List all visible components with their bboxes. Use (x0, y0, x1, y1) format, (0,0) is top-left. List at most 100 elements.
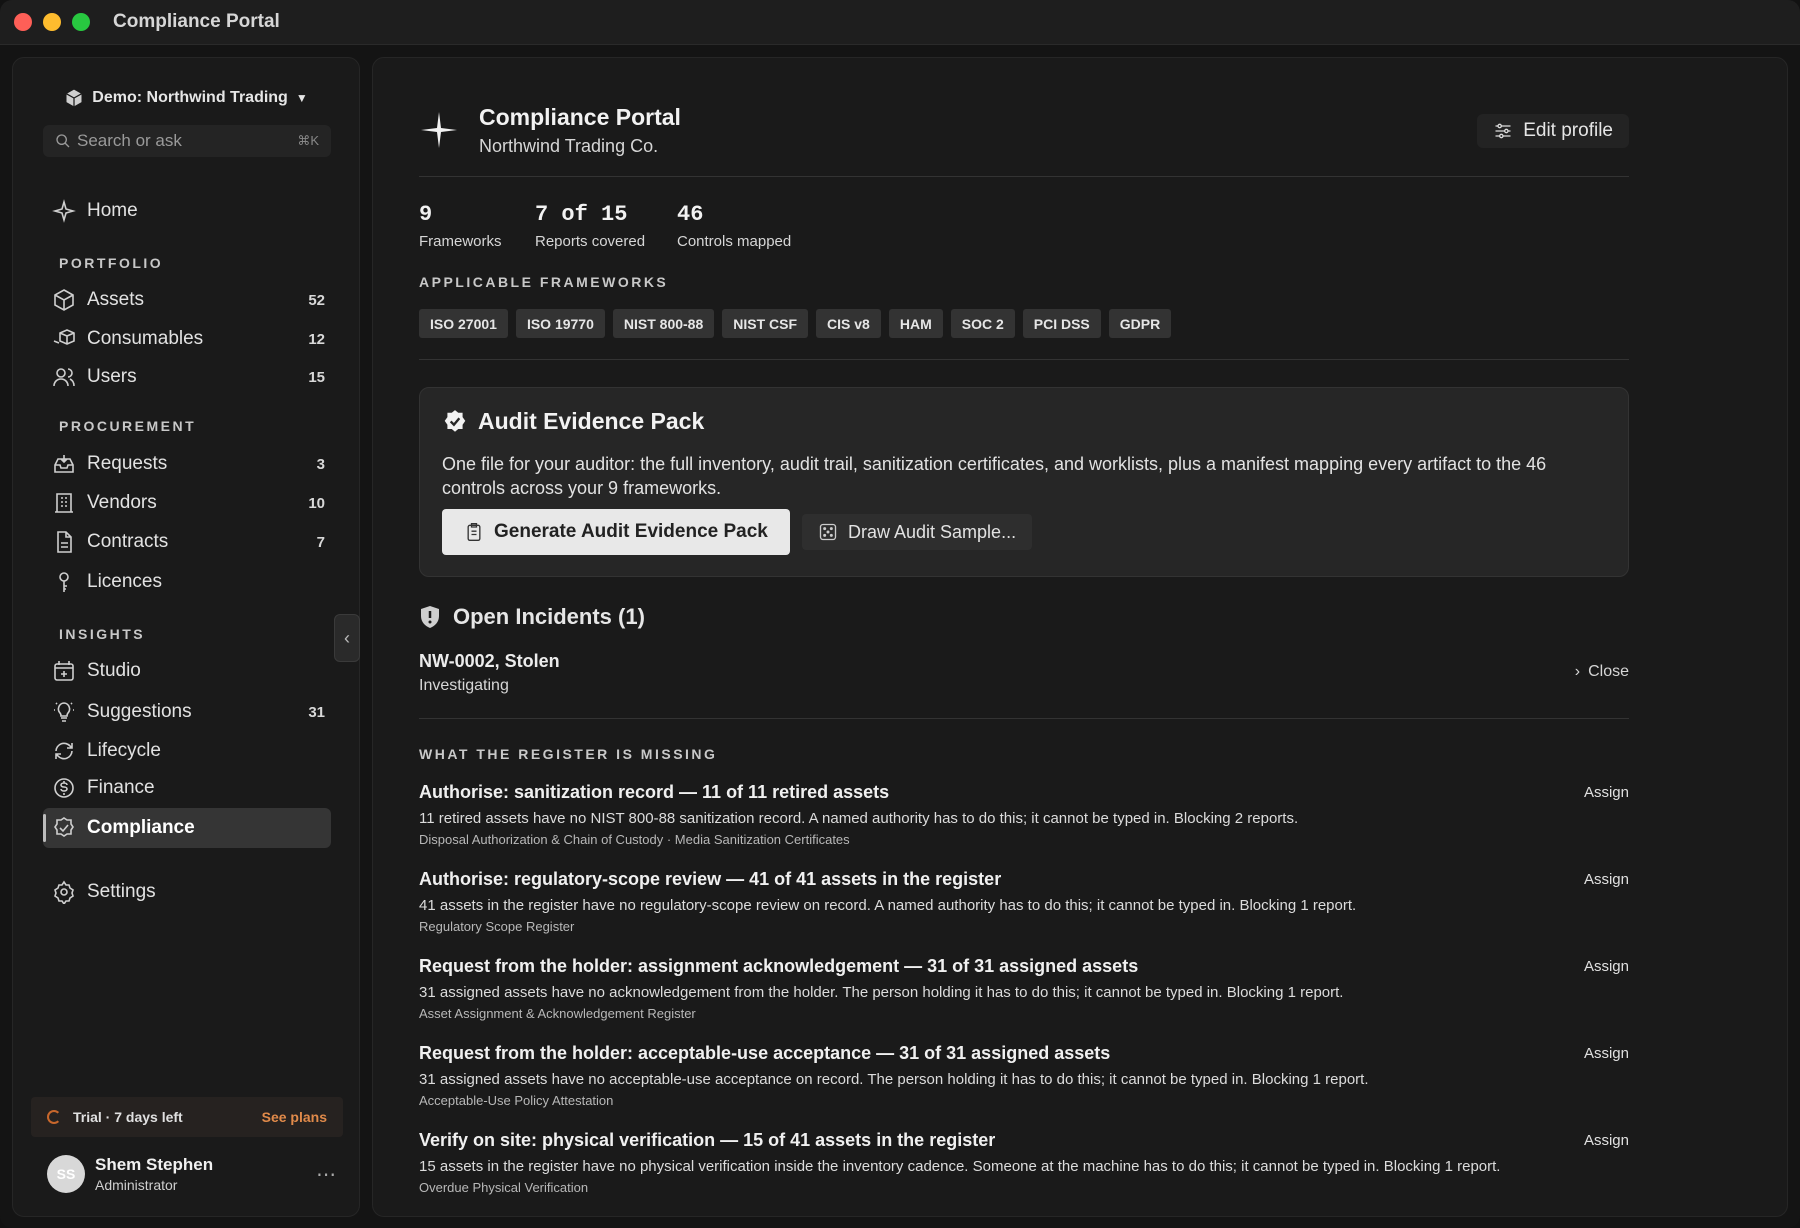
search-shortcut: ⌘K (297, 133, 319, 148)
refresh-icon (51, 738, 77, 764)
collapse-sidebar-button[interactable]: ‹ (334, 614, 360, 662)
cube-icon (66, 89, 83, 107)
sidebar-item-label: Licences (87, 571, 162, 592)
assign-button[interactable]: Assign (1584, 1045, 1629, 1062)
incident-name[interactable]: NW-0002, Stolen (419, 651, 560, 672)
chevron-right-icon: › (1574, 663, 1581, 680)
assign-button[interactable]: Assign (1584, 871, 1629, 888)
window-title: Compliance Portal (113, 11, 280, 32)
generate-evidence-pack-button[interactable]: Generate Audit Evidence Pack (442, 509, 790, 555)
framework-chip: NIST CSF (722, 309, 809, 338)
gap-title: Verify on site: physical verification — … (419, 1130, 996, 1150)
divider (419, 176, 1629, 177)
gaps-heading: WHAT THE REGISTER IS MISSING (419, 746, 718, 762)
sidebar-item-requests[interactable]: Requests 3 (43, 444, 331, 484)
package-hand-icon (51, 326, 77, 352)
incidents-title-text: Open Incidents (1) (453, 604, 645, 629)
lightbulb-icon (51, 699, 77, 725)
sidebar-item-vendors[interactable]: Vendors 10 (43, 483, 331, 523)
stat-label: Controls mapped (677, 233, 792, 250)
assign-button[interactable]: Assign (1584, 784, 1629, 801)
gap-item: Verify on site: physical verification — … (419, 1130, 1629, 1195)
sidebar-item-label: Assets (87, 289, 145, 310)
gap-item: Request from the holder: acceptable-use … (419, 1043, 1629, 1108)
key-icon (51, 569, 77, 595)
sidebar-item-count: 52 (308, 291, 325, 309)
sidebar-item-finance[interactable]: Finance (43, 768, 331, 808)
see-plans-link[interactable]: See plans (262, 1109, 327, 1125)
section-label-portfolio: PORTFOLIO (59, 255, 164, 271)
sidebar-item-count: 10 (308, 494, 325, 512)
sidebar-item-label: Compliance (87, 817, 195, 838)
sidebar-item-label: Requests (87, 453, 168, 474)
user-menu[interactable]: SS Shem Stephen Administrator ⋯ (47, 1148, 337, 1200)
gap-description: 31 assigned assets have no acknowledgeme… (419, 984, 1344, 1001)
gap-description: 11 retired assets have no NIST 800-88 sa… (419, 810, 1299, 827)
workspace-switcher[interactable]: Demo: Northwind Trading ▼ (13, 88, 359, 108)
sidebar-item-count: 31 (308, 703, 325, 721)
close-incident-button[interactable]: › Close (1575, 663, 1629, 681)
sidebar: Demo: Northwind Trading ▼ Search or ask … (12, 57, 360, 1217)
zoom-window-button[interactable] (72, 13, 90, 31)
section-label-insights: INSIGHTS (59, 626, 146, 642)
sidebar-item-settings[interactable]: Settings (43, 872, 331, 912)
gap-title: Request from the holder: assignment ackn… (419, 956, 1139, 976)
shield-alert-icon (421, 606, 439, 628)
card-title-text: Audit Evidence Pack (478, 408, 705, 434)
card-title: Audit Evidence Pack (442, 408, 704, 435)
sidebar-item-label: Contracts (87, 531, 169, 552)
assign-button[interactable]: Assign (1584, 958, 1629, 975)
sidebar-item-count: 7 (316, 533, 325, 551)
studio-icon (51, 658, 77, 684)
stat-label: Frameworks (419, 233, 502, 250)
edit-profile-button[interactable]: Edit profile (1477, 114, 1629, 148)
gap-item: Request from the holder: assignment ackn… (419, 956, 1629, 1021)
chevron-down-icon: ▼ (295, 91, 308, 105)
close-window-button[interactable] (14, 13, 32, 31)
box-icon (51, 287, 77, 313)
dice-icon (819, 523, 837, 541)
sidebar-item-lifecycle[interactable]: Lifecycle (43, 731, 331, 771)
draw-audit-sample-button[interactable]: Draw Audit Sample... (802, 514, 1033, 550)
sidebar-item-consumables[interactable]: Consumables 12 (43, 319, 331, 359)
sidebar-item-compliance[interactable]: Compliance (43, 808, 331, 848)
search-input[interactable]: Search or ask ⌘K (43, 125, 331, 157)
button-label: Generate Audit Evidence Pack (494, 521, 768, 542)
gap-description: 31 assigned assets have no acceptable-us… (419, 1071, 1369, 1088)
workspace-name: Demo: Northwind Trading (92, 89, 288, 106)
sidebar-item-contracts[interactable]: Contracts 7 (43, 522, 331, 562)
main-panel: Compliance Portal Northwind Trading Co. … (372, 57, 1788, 1217)
page-subtitle: Northwind Trading Co. (479, 136, 659, 156)
minimize-window-button[interactable] (43, 13, 61, 31)
sidebar-item-suggestions[interactable]: Suggestions 31 (43, 692, 331, 732)
search-placeholder: Search or ask (77, 131, 182, 150)
more-options-icon[interactable]: ⋯ (316, 1162, 337, 1187)
framework-chip: ISO 27001 (419, 309, 508, 338)
gap-description: 15 assets in the register have no physic… (419, 1158, 1501, 1175)
close-label: Close (1588, 663, 1629, 680)
app-window: Compliance Portal Demo: Northwind Tradin… (0, 0, 1800, 1228)
sidebar-item-users[interactable]: Users 15 (43, 357, 331, 397)
verified-badge-icon (444, 409, 466, 432)
user-name: Shem Stephen (95, 1155, 214, 1174)
user-role: Administrator (95, 1177, 178, 1193)
sidebar-item-assets[interactable]: Assets 52 (43, 280, 331, 320)
framework-chip: HAM (888, 309, 943, 338)
gap-source: Asset Assignment & Acknowledgement Regis… (419, 1006, 696, 1021)
sidebar-item-home[interactable]: Home (43, 191, 331, 231)
edit-profile-label: Edit profile (1523, 120, 1613, 141)
chevron-left-icon: ‹ (344, 627, 350, 648)
stat-value: 7 of 15 (535, 202, 628, 227)
sidebar-item-studio[interactable]: Studio (43, 651, 331, 691)
framework-chip: CIS v8 (816, 309, 881, 338)
sidebar-item-label: Users (87, 366, 137, 387)
gap-item: Authorise: regulatory-scope review — 41 … (419, 869, 1629, 934)
sidebar-item-licences[interactable]: Licences (43, 562, 331, 602)
audit-evidence-card: Audit Evidence Pack One file for your au… (419, 387, 1629, 577)
sidebar-item-label: Studio (87, 660, 141, 681)
sidebar-item-count: 3 (316, 455, 325, 473)
document-icon (51, 529, 77, 555)
clipboard-icon (467, 523, 481, 541)
assign-button[interactable]: Assign (1584, 1132, 1629, 1149)
gap-source: Acceptable-Use Policy Attestation (419, 1093, 614, 1108)
